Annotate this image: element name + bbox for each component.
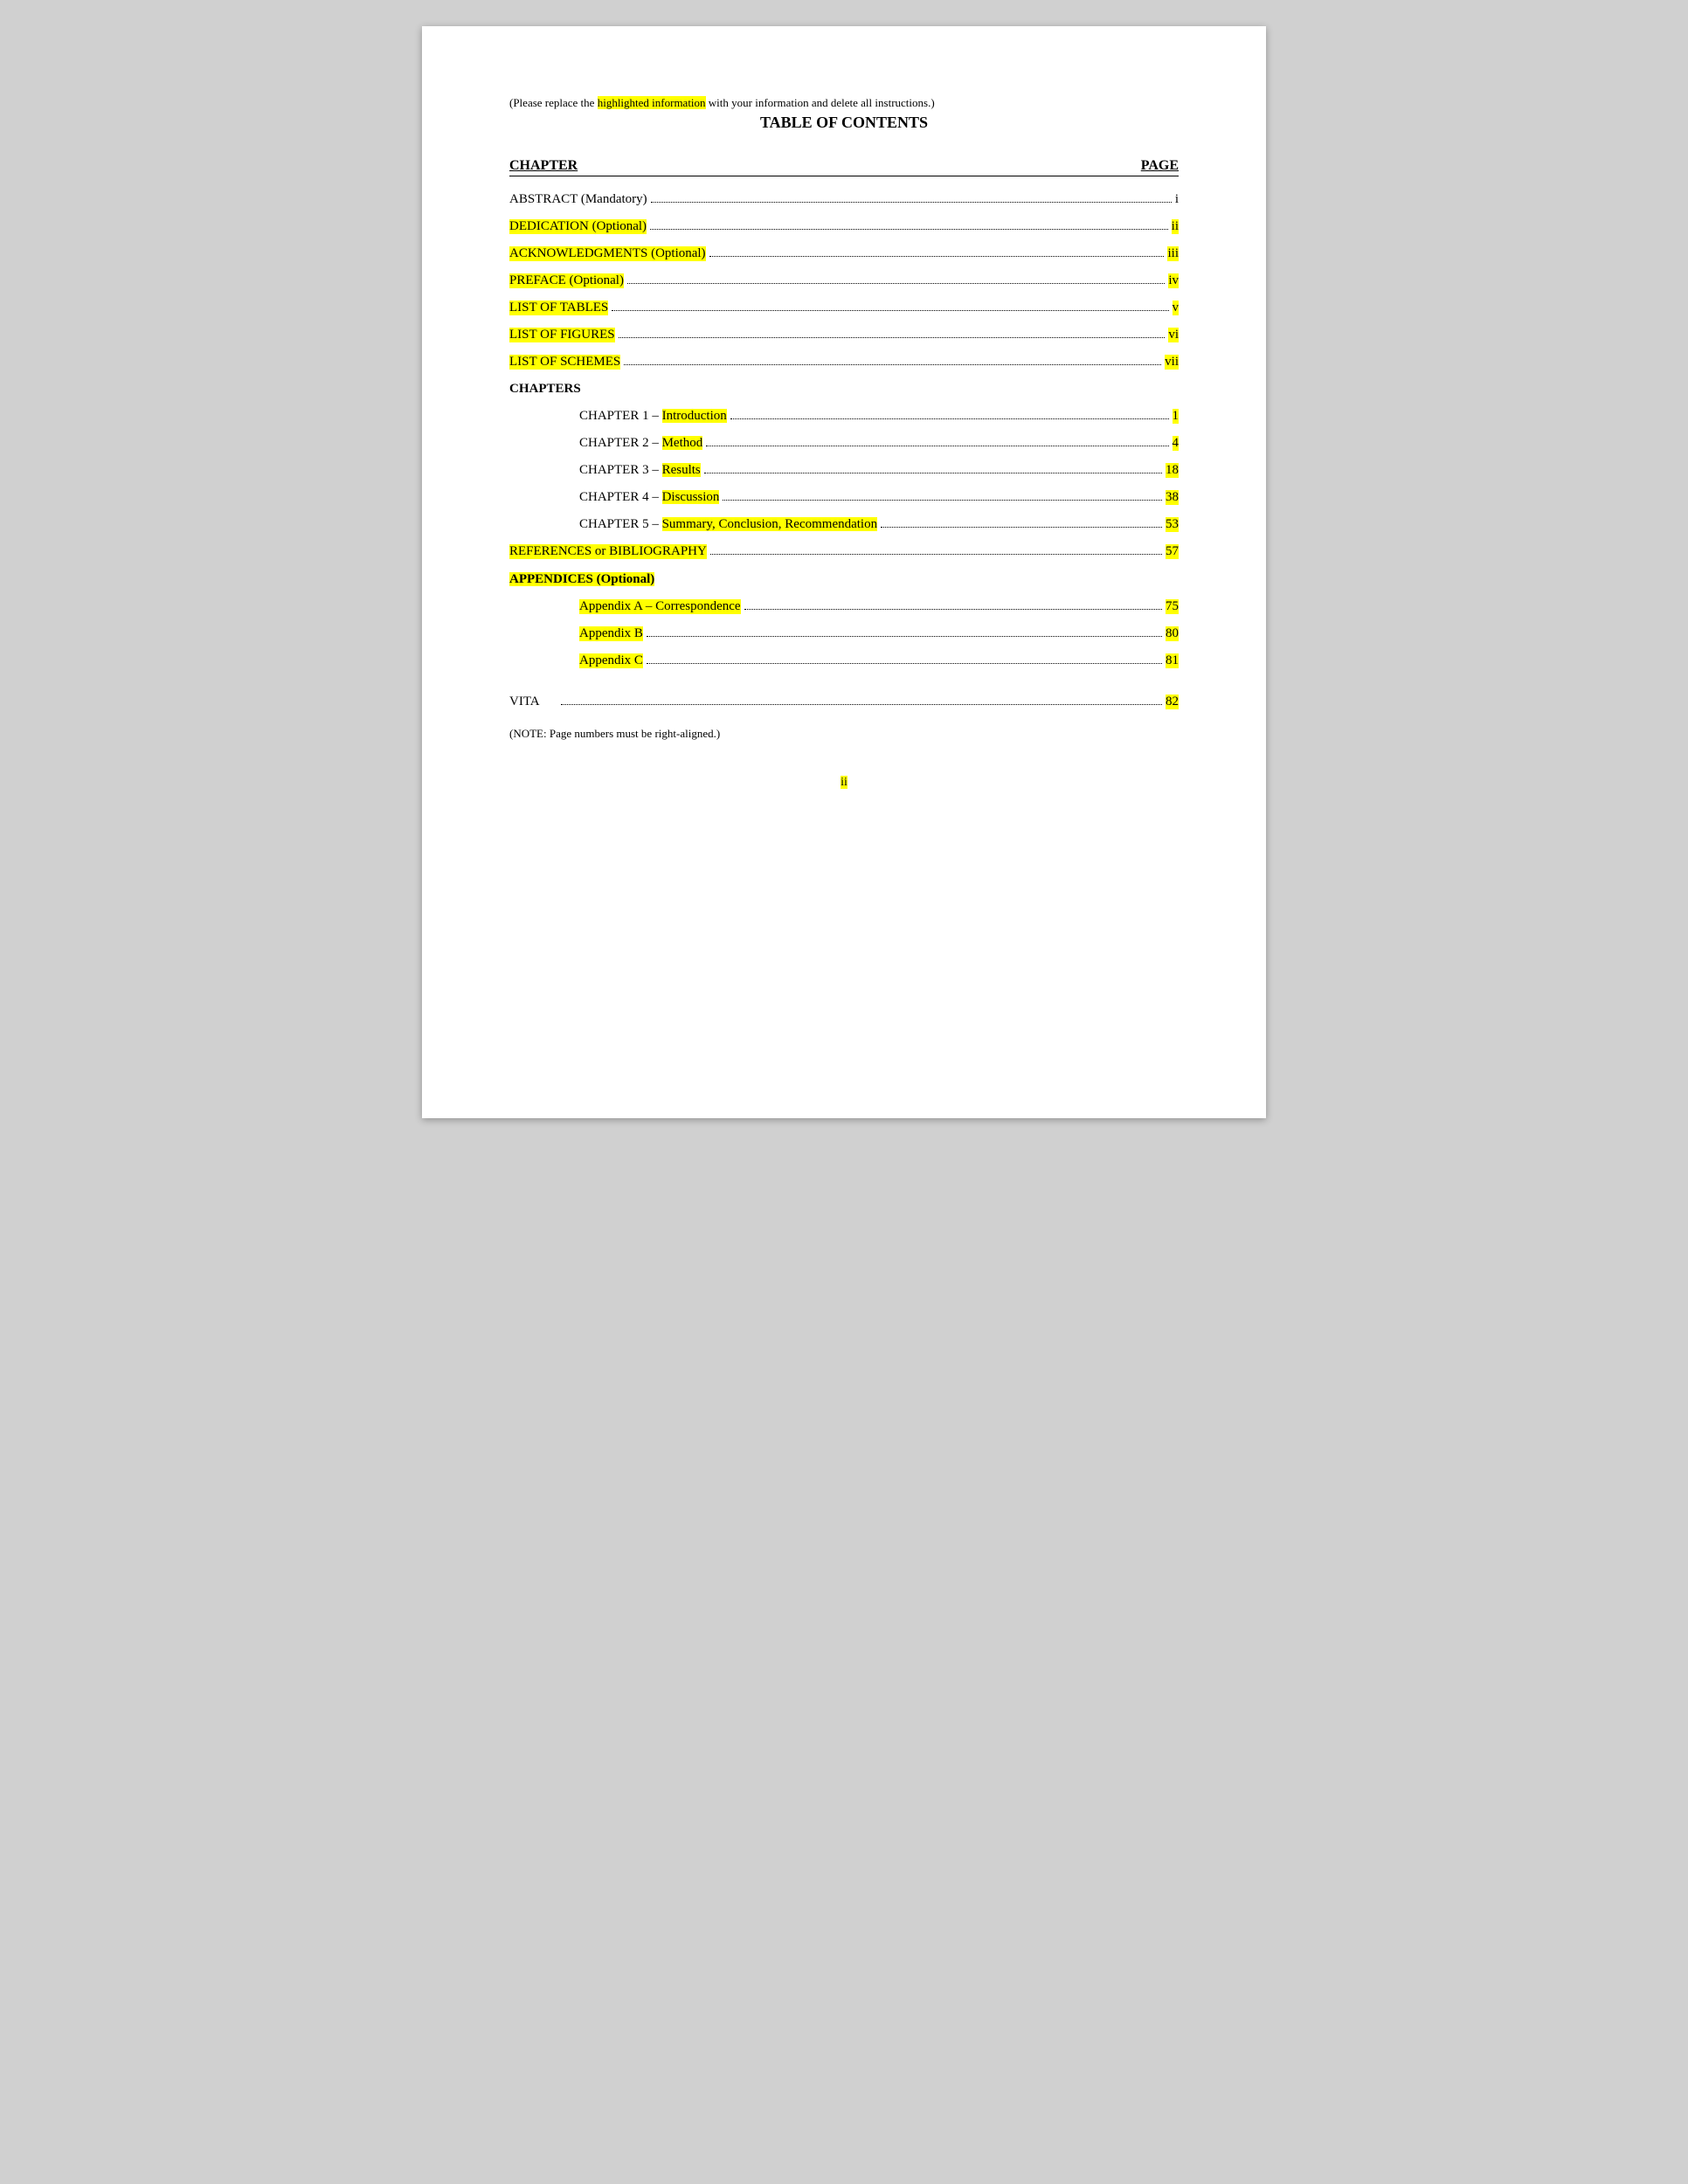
vita-page: 82 <box>1166 695 1179 709</box>
appendix-a-dots <box>744 609 1162 610</box>
abstract-page: i <box>1175 192 1179 207</box>
toc-entry-appendix-c: Appendix C 81 <box>509 653 1179 668</box>
toc-header-row: CHAPTER PAGE <box>509 158 1179 176</box>
appendices-heading: APPENDICES (Optional) <box>509 572 654 586</box>
footer-page-number: ii <box>509 776 1179 790</box>
chapter5-page: 53 <box>1166 517 1179 532</box>
list-of-figures-dots <box>619 337 1166 338</box>
chapter4-page: 38 <box>1166 490 1179 505</box>
appendix-c-label: Appendix C <box>579 653 643 668</box>
chapter2-label: CHAPTER 2 – Method <box>579 436 702 451</box>
list-of-schemes-dots <box>624 364 1161 365</box>
list-of-tables-page: v <box>1173 301 1180 315</box>
chapter5-dots <box>881 527 1162 528</box>
instruction-text: (Please replace the highlighted informat… <box>509 96 1179 110</box>
vita-dots <box>561 704 1162 705</box>
toc-entry-list-of-schemes: LIST OF SCHEMES vii <box>509 355 1179 370</box>
toc-entry-chapter1: CHAPTER 1 – Introduction 1 <box>509 409 1179 424</box>
chapter1-dots <box>730 418 1169 419</box>
chapter1-page: 1 <box>1173 409 1180 424</box>
chapter4-label: CHAPTER 4 – Discussion <box>579 490 719 505</box>
appendix-b-label: Appendix B <box>579 626 643 641</box>
toc-entry-references: REFERENCES or BIBLIOGRAPHY 57 <box>509 544 1179 559</box>
page-title: TABLE OF CONTENTS <box>509 114 1179 132</box>
footer-page-value: ii <box>841 776 847 789</box>
appendix-b-dots <box>647 636 1162 637</box>
toc-entry-chapter3: CHAPTER 3 – Results 18 <box>509 463 1179 478</box>
instruction-after: with your information and delete all ins… <box>706 96 935 109</box>
toc-entry-appendix-b: Appendix B 80 <box>509 626 1179 641</box>
list-of-tables-dots <box>612 310 1168 311</box>
note-text: (NOTE: Page numbers must be right-aligne… <box>509 727 1179 741</box>
list-of-schemes-page: vii <box>1165 355 1179 370</box>
chapter3-page: 18 <box>1166 463 1179 478</box>
chapters-heading: CHAPTERS <box>509 382 1179 397</box>
preface-label: PREFACE (Optional) <box>509 273 624 288</box>
list-of-figures-label: LIST OF FIGURES <box>509 328 615 342</box>
toc-entry-abstract: ABSTRACT (Mandatory) i <box>509 192 1179 207</box>
page: (Please replace the highlighted informat… <box>422 26 1266 1118</box>
appendix-a-page: 75 <box>1166 599 1179 614</box>
appendices-heading-row: APPENDICES (Optional) <box>509 571 1179 587</box>
preface-dots <box>627 283 1165 284</box>
chapter2-title: Method <box>662 436 703 450</box>
chapter2-page: 4 <box>1173 436 1180 451</box>
references-dots <box>710 554 1162 555</box>
toc-entry-acknowledgments: ACKNOWLEDGMENTS (Optional) iii <box>509 246 1179 261</box>
appendix-c-page: 81 <box>1166 653 1179 668</box>
list-of-tables-label: LIST OF TABLES <box>509 301 608 315</box>
page-header-label: PAGE <box>1141 158 1179 174</box>
preface-page: iv <box>1168 273 1179 288</box>
vita-label: VITA <box>509 695 540 709</box>
list-of-schemes-label: LIST OF SCHEMES <box>509 355 620 370</box>
dedication-page: ii <box>1172 219 1179 234</box>
appendix-a-title: Correspondence <box>655 599 740 613</box>
toc-entry-appendix-a: Appendix A – Correspondence 75 <box>509 599 1179 614</box>
toc-entry-chapter4: CHAPTER 4 – Discussion 38 <box>509 490 1179 505</box>
appendix-b-page: 80 <box>1166 626 1179 641</box>
references-page: 57 <box>1166 544 1179 559</box>
toc-entry-chapter5: CHAPTER 5 – Summary, Conclusion, Recomme… <box>509 517 1179 532</box>
chapter3-label: CHAPTER 3 – Results <box>579 463 701 478</box>
references-label: REFERENCES or BIBLIOGRAPHY <box>509 544 707 559</box>
toc-entry-chapter2: CHAPTER 2 – Method 4 <box>509 436 1179 451</box>
acknowledgments-dots <box>709 256 1165 257</box>
appendix-a-label: Appendix A – Correspondence <box>579 599 741 614</box>
chapter1-title: Introduction <box>662 409 727 423</box>
abstract-dots <box>651 202 1172 203</box>
appendix-c-dots <box>647 663 1162 664</box>
chapter4-dots <box>723 500 1162 501</box>
list-of-figures-page: vi <box>1168 328 1179 342</box>
toc-entry-dedication: DEDICATION (Optional) ii <box>509 219 1179 234</box>
acknowledgments-page: iii <box>1167 246 1179 261</box>
dedication-dots <box>650 229 1168 230</box>
vita-row: VITA 82 <box>509 695 1179 709</box>
chapter5-label: CHAPTER 5 – Summary, Conclusion, Recomme… <box>579 517 877 532</box>
instruction-before: (Please replace the <box>509 96 598 109</box>
dedication-label: DEDICATION (Optional) <box>509 219 647 234</box>
instruction-highlight: highlighted information <box>598 96 706 109</box>
chapter4-title: Discussion <box>662 490 720 504</box>
abstract-label: ABSTRACT (Mandatory) <box>509 192 647 207</box>
toc-entry-list-of-tables: LIST OF TABLES v <box>509 301 1179 315</box>
chapter-header-label: CHAPTER <box>509 158 578 174</box>
toc-entry-preface: PREFACE (Optional) iv <box>509 273 1179 288</box>
chapter5-title: Summary, Conclusion, Recommendation <box>662 517 878 531</box>
toc-entry-list-of-figures: LIST OF FIGURES vi <box>509 328 1179 342</box>
chapter1-label: CHAPTER 1 – Introduction <box>579 409 727 424</box>
acknowledgments-label: ACKNOWLEDGMENTS (Optional) <box>509 246 706 261</box>
chapter3-title: Results <box>662 463 701 477</box>
